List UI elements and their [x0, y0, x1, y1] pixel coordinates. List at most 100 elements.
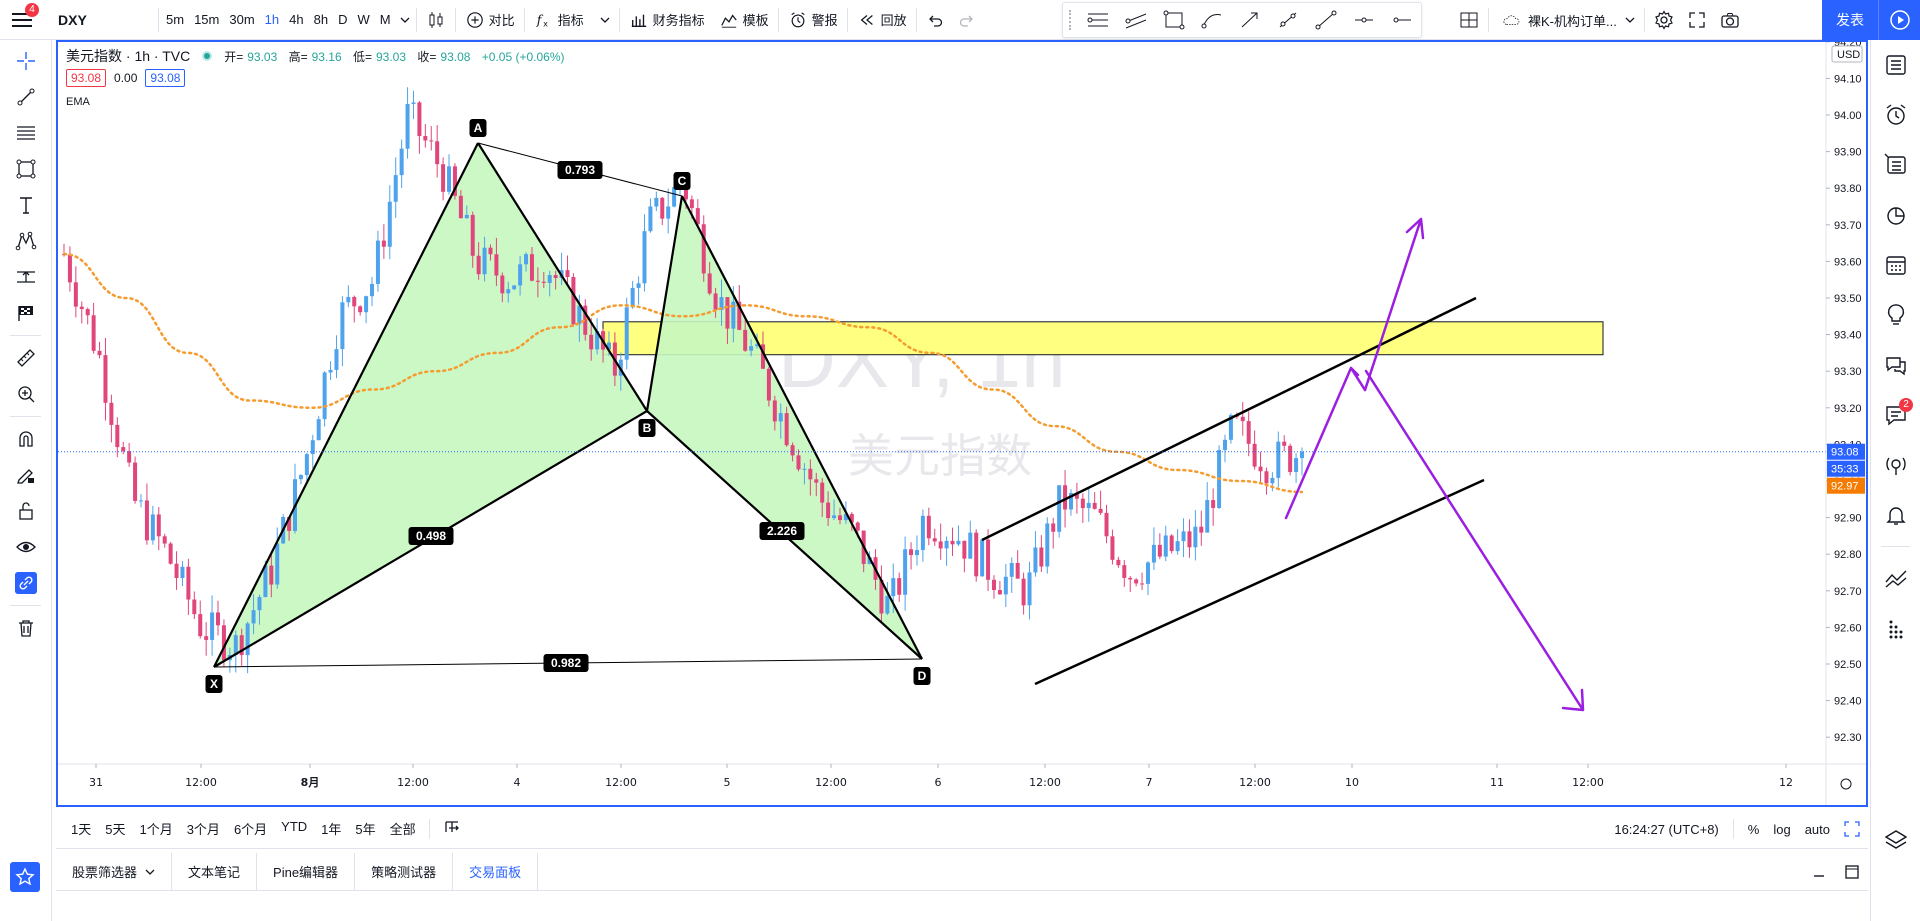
range-button[interactable]: 全部 [383, 819, 423, 838]
bottom-tab[interactable]: 交易面板 [453, 852, 539, 891]
price-axis[interactable]: 94.2094.1094.0093.9093.8093.7093.6093.50… [1825, 42, 1866, 805]
streams-button[interactable] [1871, 440, 1920, 490]
bottom-tab[interactable]: 策略测试器 [355, 852, 454, 891]
bottom-tab[interactable]: Pine编辑器 [257, 852, 356, 891]
range-button[interactable]: 1年 [314, 819, 348, 838]
timeframe-dropdown[interactable] [396, 0, 414, 40]
prediction-tool[interactable] [0, 259, 52, 295]
ruler-tool[interactable] [0, 340, 52, 376]
draw-horizontal-lines-tool[interactable] [1079, 3, 1117, 37]
draw-arrow-tool[interactable] [1231, 3, 1269, 37]
projection-arrows[interactable] [1284, 217, 1585, 712]
bottom-tab[interactable]: 股票筛选器 [56, 852, 173, 891]
watchlist-button[interactable] [1871, 40, 1920, 90]
timeframe-D[interactable]: D [333, 0, 352, 40]
range-button[interactable]: 5年 [348, 819, 382, 838]
menu-button[interactable]: 4 [0, 0, 44, 40]
range-button[interactable]: 3个月 [180, 819, 227, 838]
remove-drawings-tool[interactable] [0, 610, 52, 646]
timeframe-8h[interactable]: 8h [309, 0, 333, 40]
calendar-button[interactable] [1871, 240, 1920, 290]
fullscreen-button[interactable] [1681, 0, 1713, 40]
settings-button[interactable] [1647, 0, 1681, 40]
object-tree-button[interactable] [1871, 815, 1920, 865]
alerts-button[interactable] [1871, 90, 1920, 140]
draw-ray-tool[interactable] [1269, 3, 1307, 37]
timeframe-W[interactable]: W [352, 0, 374, 40]
alerts-bell-button[interactable] [1871, 490, 1920, 540]
templates-button[interactable]: 模板 [712, 0, 776, 40]
draw-horizontal-ray-tool[interactable] [1345, 3, 1383, 37]
zoom-tool[interactable] [0, 376, 52, 412]
hotlists-button[interactable] [1871, 190, 1920, 240]
compare-button[interactable]: 对比 [458, 0, 522, 40]
bottom-tab[interactable]: 文本笔记 [172, 852, 258, 891]
legend-title[interactable]: 美元指数 · 1h · TVC [66, 46, 190, 66]
timeframe-15m[interactable]: 15m [189, 0, 224, 40]
maximize-icon[interactable] [1844, 864, 1860, 880]
chart-area[interactable]: DXY, 1h 美元指数 X A B C D 0.498 0.793 2.226 0.982 9… [56, 40, 1868, 807]
draw-channel-tool[interactable] [1117, 3, 1155, 37]
minimize-icon[interactable] [1812, 865, 1826, 879]
pattern-tool[interactable] [0, 223, 52, 259]
range-button[interactable]: 6个月 [227, 819, 274, 838]
sell-price-button[interactable]: 93.08 [66, 69, 107, 87]
buy-price-button[interactable]: 93.08 [145, 69, 186, 87]
publish-button[interactable]: 发表 [1822, 0, 1878, 40]
indicators-button[interactable]: fx 指标 [527, 0, 617, 40]
percent-toggle[interactable]: % [1748, 822, 1760, 837]
log-toggle[interactable]: log [1773, 822, 1790, 837]
hide-drawings-tool[interactable] [0, 529, 52, 565]
stay-in-drawing-mode-tool[interactable] [0, 457, 52, 493]
timeframe-4h[interactable]: 4h [284, 0, 308, 40]
replay-button[interactable]: 回放 [850, 0, 914, 40]
redo-button[interactable] [951, 0, 983, 40]
lock-drawings-tool[interactable] [0, 493, 52, 529]
range-button[interactable]: 1个月 [132, 819, 179, 838]
chart-canvas[interactable]: DXY, 1h 美元指数 XABCD0.4980.7932.2260.982 9… [58, 42, 1866, 805]
timeframe-M[interactable]: M [375, 0, 396, 40]
goto-date-button[interactable] [436, 818, 468, 839]
notifications-button[interactable]: 2 [1871, 390, 1920, 440]
market-status-dot[interactable] [202, 51, 213, 61]
ema-legend-label[interactable]: EMA [66, 96, 569, 108]
replay-play-button[interactable] [1878, 0, 1920, 40]
trading-panel-button[interactable] [1871, 553, 1920, 603]
snapshot-button[interactable] [1713, 0, 1747, 40]
undo-button[interactable] [919, 0, 951, 40]
auto-toggle[interactable]: auto [1805, 822, 1830, 837]
draw-trendline-tool[interactable] [1307, 3, 1345, 37]
icons-tool[interactable] [0, 295, 52, 331]
alert-button[interactable]: 警报 [781, 0, 845, 40]
draw-curve-tool[interactable] [1193, 3, 1231, 37]
timeframe-30m[interactable]: 30m [224, 0, 259, 40]
fib-retracement-tool[interactable] [0, 115, 52, 151]
drag-handle[interactable] [1069, 10, 1075, 30]
financials-button[interactable]: 财务指标 [622, 0, 712, 40]
fit-screen-icon[interactable] [1844, 821, 1860, 837]
ideas-button[interactable] [1871, 290, 1920, 340]
timeframe-5m[interactable]: 5m [161, 0, 189, 40]
watchlist-star-button[interactable] [10, 862, 40, 892]
layout-grid-button[interactable] [1452, 0, 1486, 40]
clock[interactable]: 16:24:27 (UTC+8) [1614, 822, 1718, 837]
timeframe-1h[interactable]: 1h [260, 0, 284, 40]
shapes-tool[interactable] [0, 151, 52, 187]
layout-save-button[interactable]: 裸K-机构订单... [1491, 0, 1642, 40]
chats-button[interactable] [1871, 340, 1920, 390]
draw-horizontal-line-tool[interactable] [1383, 3, 1421, 37]
symbol-search[interactable]: DXY [44, 0, 156, 40]
range-button[interactable]: 1天 [64, 819, 98, 838]
range-button[interactable]: YTD [274, 819, 314, 838]
data-window-button[interactable] [1871, 140, 1920, 190]
dom-button[interactable] [1871, 603, 1920, 653]
draw-rectangle-tool[interactable] [1155, 3, 1193, 37]
time-axis[interactable]: 31 12:00 8月 12:00 4 12:00 5 12:00 6 12:00 7 12:00 10… [58, 763, 1866, 790]
sync-drawings-tool[interactable] [0, 565, 52, 601]
text-tool[interactable] [0, 187, 52, 223]
magnet-tool[interactable] [0, 421, 52, 457]
chart-type-button[interactable] [419, 0, 453, 40]
crosshair-tool[interactable] [0, 43, 52, 79]
range-button[interactable]: 5天 [98, 819, 132, 838]
trendline-tool[interactable] [0, 79, 52, 115]
